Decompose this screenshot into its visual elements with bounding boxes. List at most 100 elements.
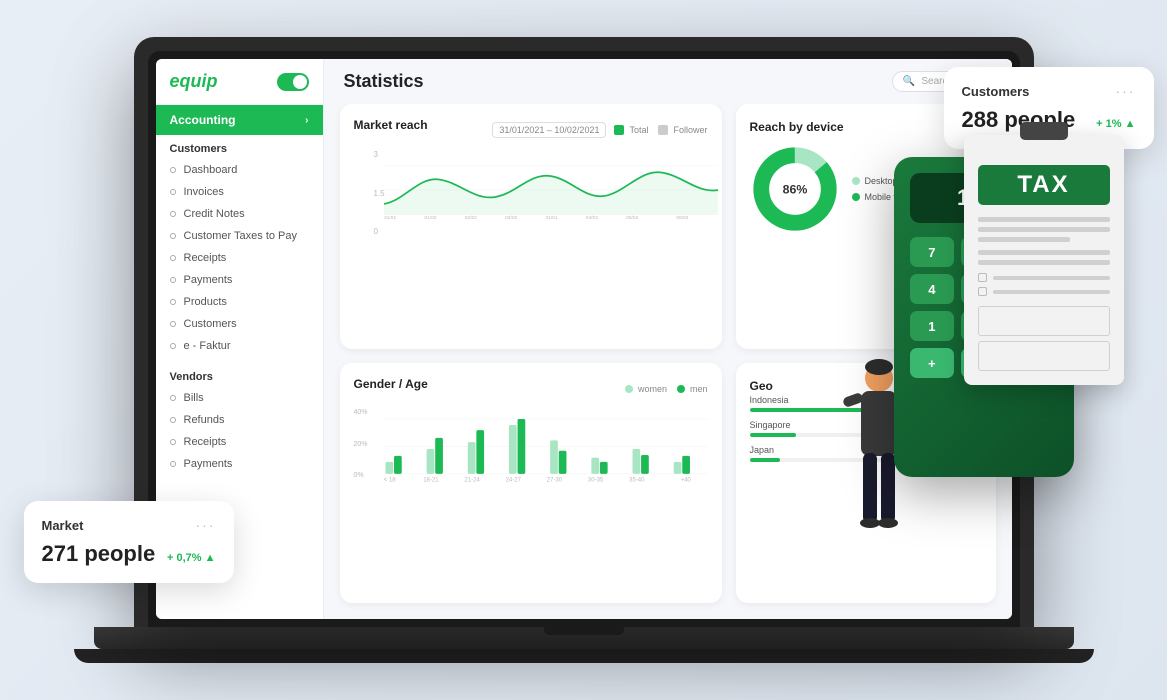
y-0: 0% <box>354 472 368 479</box>
date-range: 31/01/2021 – 10/02/2021 <box>492 122 606 138</box>
sidebar-item-label: Receipts <box>184 436 227 448</box>
sidebar-toggle[interactable] <box>277 73 309 91</box>
gender-age-title: Gender / Age <box>354 377 428 391</box>
logo-label: equip <box>170 71 218 92</box>
clipboard-line-5 <box>978 260 1110 265</box>
clipboard-box-2 <box>978 341 1110 371</box>
sidebar-logo: equip <box>156 59 323 105</box>
float-market-card: Market ··· 271 people + 0,7% ▲ <box>24 501 234 583</box>
y-label-0: 0 <box>374 227 385 236</box>
dot-icon <box>170 211 176 217</box>
legend-men: men <box>677 384 708 394</box>
dot-icon <box>170 299 176 305</box>
market-menu-icon[interactable]: ··· <box>196 517 216 533</box>
sidebar-item-label: Bills <box>184 392 204 404</box>
clipboard-clip <box>1020 122 1068 140</box>
calc-btn-4: 4 <box>910 274 955 304</box>
legend-total-dot <box>614 125 624 135</box>
svg-text:05/02: 05/02 <box>626 215 638 221</box>
clipboard-board: TAX <box>964 135 1124 385</box>
svg-text:< 18: < 18 <box>383 478 396 484</box>
checkbox-line-1 <box>993 276 1110 280</box>
svg-text:18-21: 18-21 <box>423 478 439 484</box>
y-label-15: 1.5 <box>374 189 385 198</box>
chart-legend: Total Follower <box>614 125 707 135</box>
svg-text:27-30: 27-30 <box>546 478 562 484</box>
legend-total: Total <box>614 125 648 135</box>
chevron-icon: › <box>305 115 308 126</box>
svg-text:35-40: 35-40 <box>629 478 645 484</box>
geo-bar-fill <box>750 458 780 462</box>
svg-text:06/02: 06/02 <box>676 215 688 221</box>
tax-clipboard: TAX <box>964 117 1124 457</box>
dot-icon <box>170 233 176 239</box>
market-value: 271 people <box>42 541 156 567</box>
bar-chart-svg: < 18 18-21 21-24 24-27 27-30 30-35 35-40… <box>382 409 708 489</box>
market-reach-title: Market reach <box>354 118 428 132</box>
sidebar-item-efaktur[interactable]: e - Faktur <box>156 335 323 357</box>
clipboard-line-2 <box>978 227 1110 232</box>
sidebar-item-credit-notes[interactable]: Credit Notes <box>156 203 323 225</box>
accounting-label: Accounting <box>170 113 236 127</box>
sidebar-item-products[interactable]: Products <box>156 291 323 313</box>
geo-title: Geo <box>750 379 773 393</box>
sidebar-item-label: Credit Notes <box>184 208 245 220</box>
dot-icon <box>170 255 176 261</box>
dot-icon <box>170 343 176 349</box>
legend-follower-label: Follower <box>673 125 707 135</box>
customers-delta-icon: ▲ <box>1125 118 1136 130</box>
sidebar-item-payments[interactable]: Payments <box>156 269 323 291</box>
sidebar-item-label: Customer Taxes to Pay <box>184 230 298 242</box>
women-label: women <box>638 384 667 394</box>
sidebar-item-vendor-payments[interactable]: Payments <box>156 453 323 475</box>
sidebar-item-bills[interactable]: Bills <box>156 387 323 409</box>
sidebar-item-invoices[interactable]: Invoices <box>156 181 323 203</box>
calculator-illustration: 1234,45 7 8 9 4 5 × 1 2 - + = ÷ <box>874 117 1114 517</box>
float-market-header: Market ··· <box>42 517 216 533</box>
svg-text:31/01: 31/01 <box>384 215 396 221</box>
sidebar-item-receipts[interactable]: Receipts <box>156 247 323 269</box>
dot-icon <box>170 395 176 401</box>
svg-text:21-24: 21-24 <box>464 478 480 484</box>
bar-chart: < 18 18-21 21-24 24-27 27-30 30-35 35-40… <box>382 409 708 494</box>
country-name: Indonesia <box>750 395 789 405</box>
sidebar-item-label: Refunds <box>184 414 225 426</box>
customers-menu-icon[interactable]: ··· <box>1116 83 1136 99</box>
dot-icon <box>170 167 176 173</box>
desktop-legend-dot <box>852 177 860 185</box>
market-delta-icon: ▲ <box>205 552 216 564</box>
women-dot <box>625 385 633 393</box>
clipboard-line-1 <box>978 217 1110 222</box>
sidebar-item-label: Payments <box>184 274 233 286</box>
calc-btn-1: 1 <box>910 311 955 341</box>
sidebar-item-label: Customers <box>184 318 237 330</box>
sidebar-item-customer-taxes[interactable]: Customer Taxes to Pay <box>156 225 323 247</box>
gender-legend: women men <box>625 384 708 394</box>
laptop-base <box>94 627 1074 649</box>
laptop-notch <box>544 627 624 635</box>
svg-text:01/02: 01/02 <box>424 215 436 221</box>
checkbox-row-1 <box>978 273 1110 282</box>
sidebar-item-customers[interactable]: Customers <box>156 313 323 335</box>
checkbox-2 <box>978 287 987 296</box>
y-40: 40% <box>354 409 368 416</box>
market-reach-chart: 3 1.5 0 <box>374 150 708 240</box>
legend-follower: Follower <box>658 125 707 135</box>
svg-text:03/02: 03/02 <box>505 215 517 221</box>
float-market-bottom: 271 people + 0,7% ▲ <box>42 541 216 567</box>
dot-icon <box>170 461 176 467</box>
accounting-tab[interactable]: Accounting › <box>156 105 323 135</box>
legend-follower-dot <box>658 125 668 135</box>
y-20: 20% <box>354 441 368 448</box>
checkbox-line-2 <box>993 290 1110 294</box>
svg-text:86%: 86% <box>782 183 807 197</box>
customers-section-label: Customers <box>156 135 323 159</box>
sidebar-item-dashboard[interactable]: Dashboard <box>156 159 323 181</box>
market-reach-card: Market reach 31/01/2021 – 10/02/2021 Tot… <box>340 104 722 349</box>
svg-text:04/02: 04/02 <box>585 215 597 221</box>
dot-icon <box>170 277 176 283</box>
sidebar-item-vendor-receipts[interactable]: Receipts <box>156 431 323 453</box>
calc-btn-plus: + <box>910 348 955 378</box>
sidebar-item-refunds[interactable]: Refunds <box>156 409 323 431</box>
checkbox-row-2 <box>978 287 1110 296</box>
